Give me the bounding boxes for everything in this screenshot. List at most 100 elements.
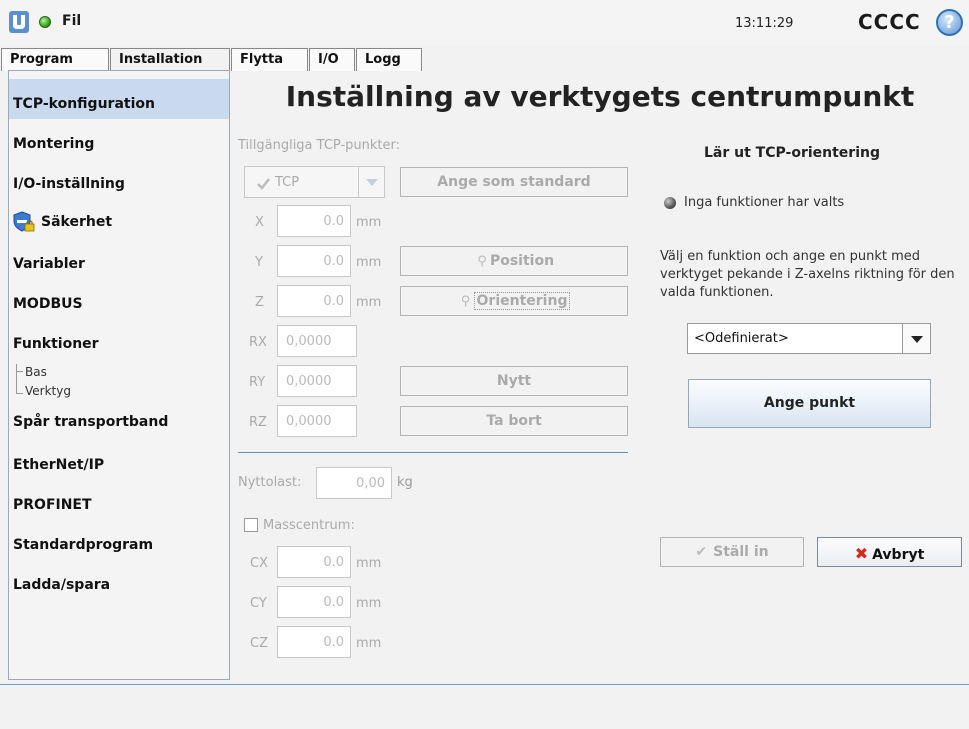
rx-label: RX (249, 335, 267, 350)
x-label: X (255, 215, 264, 230)
available-tcp-label: Tillgängliga TCP-punkter: (238, 138, 401, 153)
z-unit: mm (356, 295, 382, 310)
ry-label: RY (249, 375, 266, 390)
sidebar-subitem-tool[interactable]: Verktyg (25, 384, 71, 398)
tab-io[interactable]: I/O (309, 48, 355, 71)
cx-field[interactable]: 0.0 (277, 546, 351, 578)
no-feature-status: Inga funktioner har valts (684, 195, 845, 210)
sidebar-item-ethernet-ip[interactable]: EtherNet/IP (9, 440, 229, 480)
tab-move[interactable]: Flytta (231, 48, 308, 71)
sidebar-item-io-setup[interactable]: I/O-inställning (9, 159, 229, 199)
sidebar-item-label: Spår transportband (13, 414, 169, 430)
sidebar-item-conveyor-tracking[interactable]: Spår transportband (9, 397, 229, 437)
cx-label: CX (250, 556, 268, 571)
payload-unit: kg (397, 475, 413, 490)
center-of-mass-label: Masscentrum: (263, 518, 355, 533)
sidebar-item-safety[interactable]: Säkerhet (9, 198, 229, 238)
safety-shield-lock-icon (13, 211, 35, 232)
y-field[interactable]: 0.0 (277, 245, 351, 277)
x-field[interactable]: 0.0 (277, 205, 351, 237)
cz-unit: mm (356, 636, 382, 651)
sidebar-item-label: Variabler (13, 256, 85, 272)
bottom-divider (0, 684, 969, 685)
sidebar-item-label: Montering (13, 136, 95, 152)
feature-select-value: <Odefinierat> (694, 331, 789, 346)
close-icon: ✖ (854, 544, 869, 563)
y-label: Y (255, 255, 263, 270)
payload-field[interactable]: 0,00 (316, 467, 392, 499)
sidebar-item-tcp-configuration[interactable]: TCP-konfiguration (9, 79, 229, 119)
sidebar-item-default-program[interactable]: Standardprogram (9, 520, 229, 560)
cy-field[interactable]: 0.0 (277, 586, 351, 618)
clock: 13:11:29 (735, 16, 794, 31)
installation-sidebar: TCP-konfiguration Montering I/O-inställn… (8, 70, 230, 680)
remove-tcp-button[interactable]: Ta bort (400, 406, 628, 436)
new-tcp-button[interactable]: Nytt (400, 366, 628, 396)
rz-field[interactable]: 0,0000 (277, 405, 357, 437)
cz-label: CZ (250, 636, 268, 651)
top-bar: Fil 13:11:29 CCCC ? (0, 0, 969, 46)
file-menu[interactable]: Fil (62, 13, 81, 29)
tree-connector (16, 393, 23, 394)
sidebar-item-features[interactable]: Funktioner (9, 319, 229, 359)
checkmark-icon (257, 178, 270, 190)
tab-installation[interactable]: Installation (110, 48, 230, 72)
help-icon[interactable]: ? (936, 9, 963, 36)
cy-unit: mm (356, 596, 382, 611)
robot-status-icon[interactable] (39, 16, 51, 28)
y-unit: mm (356, 255, 382, 270)
sidebar-item-label: EtherNet/IP (13, 457, 105, 473)
sidebar-item-modbus[interactable]: MODBUS (9, 279, 229, 319)
checkmark-icon: ✔ (695, 544, 708, 560)
apply-button-label: Ställ in (713, 544, 769, 560)
cy-label: CY (250, 596, 267, 611)
chevron-down-icon (902, 324, 930, 353)
instruction-text: Välj en funktion och ange en punkt med v… (660, 249, 955, 300)
sidebar-item-label: Ladda/spara (13, 577, 111, 593)
sidebar-item-label: MODBUS (13, 296, 83, 312)
universal-robots-logo-icon (9, 11, 29, 33)
teach-orientation-heading: Lär ut TCP-orientering (704, 145, 880, 161)
cancel-button-label: Avbryt (872, 547, 925, 563)
cx-unit: mm (356, 556, 382, 571)
tree-connector (16, 371, 23, 372)
sidebar-subitem-base[interactable]: Bas (25, 365, 47, 379)
page-title: Inställning av verktygets centrumpunkt (285, 80, 915, 113)
set-point-button[interactable]: Ange punkt (688, 379, 931, 428)
z-label: Z (255, 295, 264, 310)
center-of-mass-checkbox[interactable] (244, 518, 258, 532)
tab-program[interactable]: Program (1, 48, 109, 71)
section-divider (238, 452, 628, 453)
feature-select[interactable]: <Odefinierat> (687, 323, 931, 354)
sidebar-item-mounting[interactable]: Montering (9, 119, 229, 159)
orientation-button[interactable]: ⚲ Orientering (400, 286, 628, 316)
tcp-select[interactable]: TCP (244, 166, 385, 198)
orientation-button-label: Orientering (473, 292, 571, 310)
tcp-select-value: TCP (275, 175, 300, 190)
sidebar-item-label: PROFINET (13, 497, 92, 513)
tree-connector (16, 364, 17, 394)
x-unit: mm (356, 215, 382, 230)
z-field[interactable]: 0.0 (277, 285, 351, 317)
set-as-default-button[interactable]: Ange som standard (400, 167, 628, 197)
sidebar-item-variables[interactable]: Variabler (9, 239, 229, 279)
ry-field[interactable]: 0,0000 (277, 365, 357, 397)
apply-button[interactable]: ✔ Ställ in (660, 537, 804, 567)
cz-field[interactable]: 0.0 (277, 626, 351, 658)
rx-field[interactable]: 0,0000 (277, 325, 357, 357)
main-tabs: Program Installation Flytta I/O Logg (0, 48, 969, 72)
sidebar-item-label: I/O-inställning (13, 176, 125, 192)
tcp-wizard-icon: ⚲ (477, 254, 487, 269)
robot-name: CCCC (858, 10, 921, 34)
payload-label: Nyttolast: (238, 475, 302, 490)
chevron-down-icon (358, 167, 384, 197)
rz-label: RZ (249, 415, 267, 430)
position-button[interactable]: ⚲ Position (400, 246, 628, 276)
tcp-wizard-icon: ⚲ (460, 294, 471, 309)
sidebar-item-profinet[interactable]: PROFINET (9, 480, 229, 520)
cancel-button[interactable]: ✖ Avbryt (817, 537, 962, 567)
tab-log[interactable]: Logg (356, 48, 422, 71)
sidebar-item-label: Funktioner (13, 336, 99, 352)
sidebar-item-load-save[interactable]: Ladda/spara (9, 560, 229, 600)
sidebar-item-label: Säkerhet (41, 214, 113, 230)
